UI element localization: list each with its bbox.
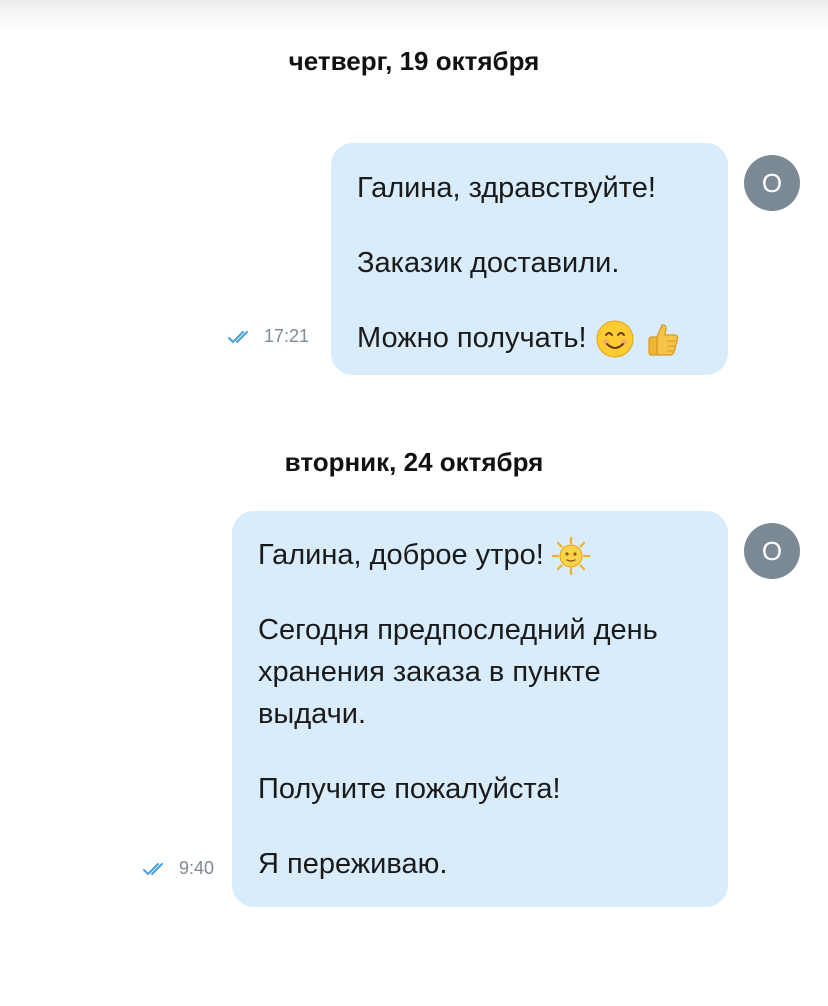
read-double-check-icon <box>228 330 248 343</box>
message-2-line-1: Галина, доброе утро! <box>258 539 544 571</box>
message-1-time: 17:21 <box>264 326 310 346</box>
sender-avatar-1[interactable]: O <box>744 155 800 211</box>
read-double-check-icon <box>143 862 163 875</box>
message-2-meta: 9:40 <box>143 858 214 879</box>
top-shade <box>0 0 828 30</box>
message-1-meta: 17:21 <box>228 326 309 347</box>
message-bubble-2[interactable]: Галина, доброе утро! Сегодня предпоследн… <box>232 511 728 907</box>
message-2-time: 9:40 <box>179 858 215 878</box>
message-2-line-4: Я переживаю. <box>258 848 448 880</box>
message-1-line-2: Заказик доставили. <box>357 247 620 279</box>
sender-avatar-2[interactable]: O <box>744 523 800 579</box>
sun-with-face-icon <box>551 537 590 576</box>
message-bubble-1[interactable]: Галина, здравствуйте! Заказик доставили.… <box>331 143 728 375</box>
date-separator-2: вторник, 24 октября <box>284 447 544 477</box>
message-1-line-1: Галина, здравствуйте! <box>357 172 656 204</box>
message-2-line-2: Сегодня предпоследний день хранения зака… <box>258 614 658 730</box>
smiling-face-icon <box>596 320 634 358</box>
message-1-line-3: Можно получать! <box>357 322 587 354</box>
message-2-line-3: Получите пожалуйста! <box>258 773 561 805</box>
thumbs-up-icon <box>648 324 678 356</box>
date-separator-1: четверг, 19 октября <box>288 46 540 76</box>
